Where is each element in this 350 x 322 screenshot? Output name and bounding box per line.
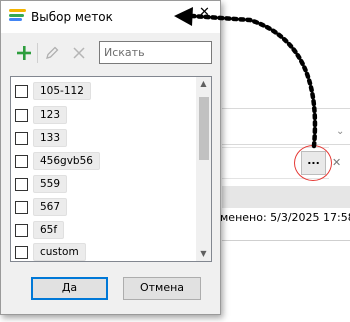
search-input[interactable] (99, 41, 212, 64)
cancel-button[interactable]: Отмена (123, 277, 201, 300)
vertical-scrollbar[interactable]: ▲ ▼ (196, 77, 211, 261)
tags-app-icon (9, 9, 26, 25)
title-bar[interactable]: Выбор меток (1, 1, 220, 33)
scroll-up-icon[interactable]: ▲ (196, 77, 211, 91)
tag-label: 123 (33, 106, 68, 124)
section-header (222, 186, 350, 208)
tag-label: custom (33, 243, 86, 261)
add-tag-button[interactable] (11, 41, 36, 65)
close-dialog-button[interactable]: ✕ (199, 5, 210, 20)
list-item[interactable]: 65f (11, 220, 201, 240)
modified-date-label: менено: 5/3/2025 17:58 (220, 211, 350, 224)
list-item[interactable]: 567 (11, 197, 201, 217)
tag-label: 456gvb56 (33, 152, 100, 170)
list-item[interactable]: custom (11, 242, 201, 261)
chevron-down-icon[interactable]: ⌄ (336, 126, 344, 137)
tag-checkbox[interactable] (15, 109, 28, 122)
plus-icon (16, 46, 31, 60)
tag-label: 567 (33, 198, 68, 216)
tag-checkbox[interactable] (15, 224, 28, 237)
tag-label: 105-112 (33, 82, 91, 100)
clear-icon[interactable]: ✕ (332, 156, 341, 169)
list-item[interactable]: 456gvb56 (11, 151, 201, 171)
scrollbar-thumb[interactable] (199, 97, 209, 160)
divider (222, 108, 350, 109)
divider (222, 240, 350, 241)
tag-checkbox[interactable] (15, 132, 28, 145)
toolbar-separator (37, 43, 38, 63)
tag-checkbox[interactable] (15, 246, 28, 259)
divider (222, 144, 350, 145)
delete-tag-button[interactable] (66, 41, 91, 65)
tag-selection-dialog: Выбор меток 105-112 123 133 (0, 0, 221, 315)
tag-label: 133 (33, 129, 68, 147)
tag-checkbox[interactable] (15, 85, 28, 98)
ok-button[interactable]: Да (31, 277, 108, 300)
list-item[interactable]: 105-112 (11, 81, 201, 101)
tag-label: 559 (33, 175, 68, 193)
scroll-down-icon[interactable]: ▼ (196, 247, 211, 261)
tag-checkbox[interactable] (15, 155, 28, 168)
list-item[interactable]: 123 (11, 105, 201, 125)
highlight-circle (294, 145, 332, 181)
dialog-title: Выбор меток (31, 10, 113, 24)
tag-label: 65f (33, 221, 65, 239)
list-item[interactable]: 133 (11, 128, 201, 148)
close-icon (72, 47, 85, 59)
tag-checkbox[interactable] (15, 201, 28, 214)
edit-tag-button[interactable] (39, 41, 64, 65)
tag-list[interactable]: 105-112 123 133 456gvb56 559 567 65f cus… (10, 76, 212, 262)
tag-checkbox[interactable] (15, 178, 28, 191)
pencil-icon (45, 46, 58, 59)
list-item[interactable]: 559 (11, 174, 201, 194)
